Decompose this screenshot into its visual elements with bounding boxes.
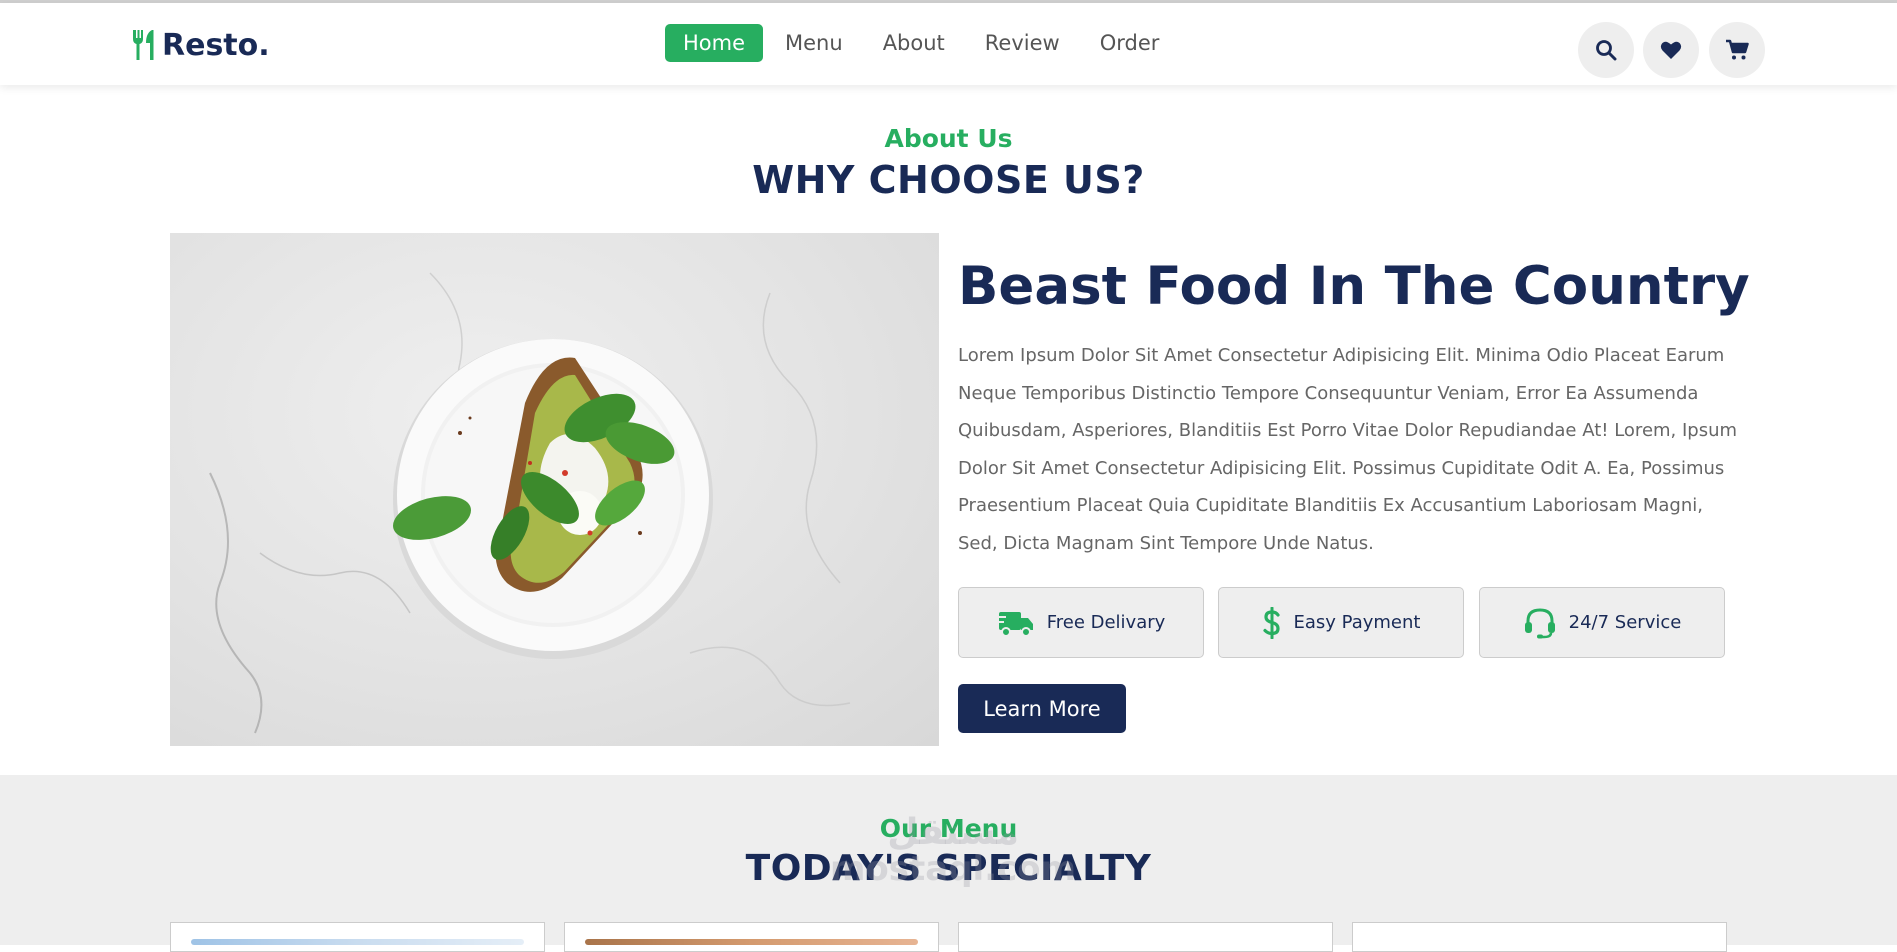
nav-review[interactable]: Review — [967, 24, 1078, 62]
about-sub-heading: About Us — [884, 124, 1013, 153]
truck-icon — [996, 611, 1033, 637]
search-button[interactable] — [1578, 22, 1634, 78]
cart-icon — [1726, 39, 1749, 60]
nav-menu[interactable]: Menu — [767, 24, 861, 62]
menu-card-image — [585, 939, 918, 945]
feature-free-delivery-label: Free Delivary — [1046, 612, 1166, 633]
feature-easy-payment-label: Easy Payment — [1293, 612, 1421, 633]
wishlist-button[interactable] — [1643, 22, 1699, 78]
about-title: Beast Food In The Country — [958, 256, 1750, 317]
menu-card[interactable] — [170, 922, 545, 952]
food-image — [170, 233, 939, 746]
utensils-icon — [133, 30, 154, 60]
cart-button[interactable] — [1709, 22, 1765, 78]
about-text: Lorem Ipsum Dolor Sit Amet Consectetur A… — [958, 345, 1738, 554]
learn-more-button[interactable]: Learn More — [958, 684, 1126, 733]
nav-home[interactable]: Home — [665, 24, 764, 62]
menu-card[interactable] — [958, 922, 1333, 952]
feature-free-delivery: Free Delivary — [958, 587, 1204, 658]
nav-order[interactable]: Order — [1082, 24, 1178, 62]
heart-icon — [1660, 41, 1682, 59]
feature-service: 24/7 Service — [1479, 587, 1725, 658]
avocado-toast-illustration — [209, 272, 851, 734]
logo-text: Resto. — [162, 27, 270, 63]
feature-service-label: 24/7 Service — [1568, 612, 1682, 633]
site-header: Resto. Home Menu About Review Order — [0, 3, 1897, 85]
watermark-arabic: مستقل — [887, 812, 1019, 853]
menu-card[interactable] — [564, 922, 939, 952]
feature-easy-payment: Easy Payment — [1218, 587, 1464, 658]
main-nav: Home Menu About Review Order — [665, 24, 1181, 62]
logo[interactable]: Resto. — [130, 25, 270, 65]
search-icon — [1596, 40, 1617, 61]
menu-card[interactable] — [1352, 922, 1727, 952]
dollar-icon — [1262, 606, 1280, 639]
watermark: مستقل mostaql.com — [830, 812, 1077, 889]
watermark-url: mostaql.com — [830, 849, 1077, 889]
about-heading: WHY CHOOSE US? — [752, 158, 1145, 202]
menu-card-image — [191, 939, 524, 945]
headset-icon — [1524, 607, 1555, 638]
nav-about[interactable]: About — [865, 24, 963, 62]
